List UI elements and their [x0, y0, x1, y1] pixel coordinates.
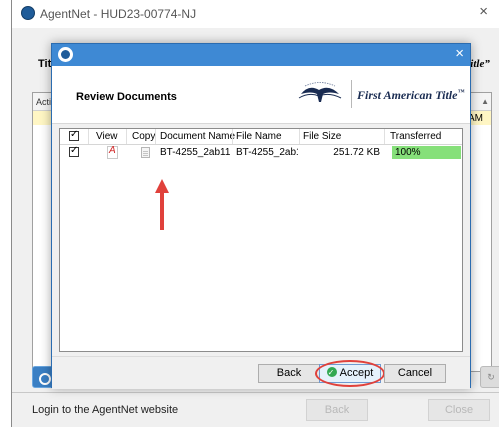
copy-document-icon[interactable] — [141, 147, 150, 158]
window-close-button[interactable]: × — [479, 3, 488, 20]
status-divider — [12, 392, 499, 393]
transfer-progress-text: 100% — [395, 147, 421, 158]
scroll-up-icon[interactable]: ▲ — [481, 97, 489, 106]
agentnet-logo-icon — [21, 6, 35, 20]
annotation-highlight-ring — [315, 360, 385, 387]
documents-table: View Copy Document Name File Name File S… — [59, 128, 463, 352]
pdf-view-icon[interactable] — [107, 145, 118, 159]
column-header-view[interactable]: View — [96, 129, 118, 144]
window-title: AgentNet - HUD23-00774-NJ — [40, 7, 197, 21]
column-divider — [155, 129, 156, 144]
refresh-icon-button[interactable]: ↻ — [480, 366, 499, 388]
column-header-file-name[interactable]: File Name — [236, 129, 282, 144]
eagle-logo-icon — [298, 82, 342, 102]
document-name-cell: BT-4255_2ab116b — [160, 147, 230, 158]
column-header-copy[interactable]: Copy — [132, 129, 155, 144]
row-select-checkbox[interactable] — [69, 145, 79, 157]
brand-name: First American Title — [357, 88, 458, 102]
column-divider — [232, 129, 233, 144]
column-divider — [299, 129, 300, 144]
cancel-button[interactable]: Cancel — [384, 364, 446, 383]
trademark-mark: ™ — [457, 88, 465, 96]
file-name-cell: BT-4255_2ab116b — [236, 147, 298, 158]
column-header-document-name[interactable]: Document Name — [160, 129, 235, 144]
column-header-transferred[interactable]: Transferred — [390, 129, 441, 144]
brand-logo-text: First American Title™ — [357, 88, 464, 103]
select-all-checkbox[interactable] — [69, 129, 79, 141]
table-row[interactable]: BT-4255_2ab116b BT-4255_2ab116b 251.72 K… — [60, 145, 462, 160]
transfer-progress-bar: 100% — [392, 146, 461, 159]
column-divider — [88, 129, 89, 144]
dialog-header: Review Documents First American Title™ — [52, 66, 470, 124]
dialog-footer: Back Accept Cancel — [52, 356, 470, 389]
cancel-button-label: Cancel — [397, 367, 433, 379]
background-close-button[interactable]: Close — [428, 399, 490, 421]
back-button-label: Back — [276, 367, 302, 379]
annotation-arrow-icon — [155, 179, 169, 230]
back-button[interactable]: Back — [258, 364, 320, 383]
file-size-cell: 251.72 KB — [333, 147, 380, 158]
documents-table-header: View Copy Document Name File Name File S… — [60, 129, 462, 145]
review-documents-dialog: × Review Documents First American Title™… — [51, 43, 471, 389]
dialog-heading: Review Documents — [76, 91, 177, 103]
dialog-app-icon — [58, 47, 73, 62]
status-login-text: Login to the AgentNet website — [32, 404, 179, 416]
window-titlebar: AgentNet - HUD23-00774-NJ × — [12, 0, 499, 28]
column-divider — [384, 129, 385, 144]
column-divider — [126, 129, 127, 144]
dialog-titlebar: × — [52, 44, 470, 66]
logo-divider — [351, 80, 352, 108]
column-header-file-size[interactable]: File Size — [303, 129, 341, 144]
dialog-close-button[interactable]: × — [455, 45, 464, 63]
background-back-button[interactable]: Back — [306, 399, 368, 421]
